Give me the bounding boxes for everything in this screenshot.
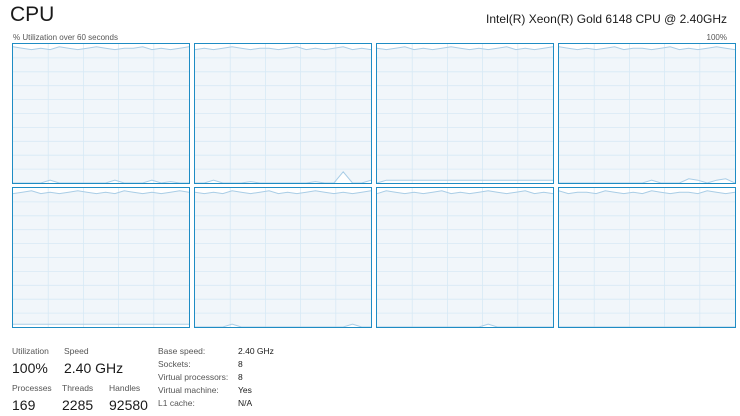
usage-line-top bbox=[13, 190, 189, 195]
detail-value: 2.40 GHz bbox=[238, 346, 274, 356]
cpu-graphs-panel bbox=[12, 43, 738, 329]
cpu-core-graph bbox=[194, 187, 372, 328]
detail-key: Virtual processors: bbox=[158, 372, 229, 382]
core-graph-plot bbox=[195, 44, 371, 183]
usage-area bbox=[13, 46, 189, 183]
cpu-core-graph bbox=[376, 187, 554, 328]
core-graph-plot bbox=[13, 188, 189, 327]
core-graph-plot bbox=[195, 188, 371, 327]
core-graph-plot bbox=[377, 44, 553, 183]
cpu-core-graph bbox=[558, 187, 736, 328]
core-graph-plot bbox=[559, 44, 735, 183]
processes-stat: Processes 169 bbox=[12, 383, 52, 413]
speed-label: Speed bbox=[64, 346, 89, 356]
detail-value: N/A bbox=[238, 398, 253, 408]
core-graph-plot bbox=[377, 188, 553, 327]
detail-key: L1 cache: bbox=[158, 398, 195, 408]
usage-area bbox=[559, 190, 735, 327]
cpu-core-graph bbox=[194, 43, 372, 184]
detail-value: Yes bbox=[238, 385, 252, 395]
detail-key: Base speed: bbox=[158, 346, 206, 356]
threads-stat: Threads 2285 bbox=[62, 383, 93, 413]
utilization-label: Utilization bbox=[12, 346, 49, 356]
usage-line-bottom bbox=[377, 179, 553, 183]
cpu-core-graph bbox=[558, 43, 736, 184]
threads-value: 2285 bbox=[62, 397, 94, 413]
detail-value: 8 bbox=[238, 372, 243, 382]
usage-area bbox=[195, 190, 371, 327]
detail-value: 8 bbox=[238, 359, 243, 369]
speed-stat: Speed 2.40 GHz bbox=[64, 346, 123, 376]
processes-value: 169 bbox=[12, 397, 36, 413]
detail-key: Virtual machine: bbox=[158, 385, 219, 395]
speed-value: 2.40 GHz bbox=[64, 360, 124, 376]
core-graph-plot bbox=[13, 44, 189, 183]
graph-max-label: 100% bbox=[706, 33, 727, 42]
cpu-core-graph bbox=[12, 43, 190, 184]
processes-label: Processes bbox=[12, 383, 52, 393]
detail-key: Sockets: bbox=[158, 359, 191, 369]
graph-axis-label: % Utilization over 60 seconds bbox=[13, 33, 118, 42]
usage-area bbox=[377, 46, 553, 183]
threads-label: Threads bbox=[62, 383, 94, 393]
handles-value: 92580 bbox=[109, 397, 148, 413]
usage-area bbox=[559, 46, 735, 183]
page-title: CPU bbox=[10, 3, 55, 26]
usage-area bbox=[377, 190, 553, 327]
cpu-core-graph bbox=[12, 187, 190, 328]
handles-label: Handles bbox=[109, 383, 141, 393]
utilization-stat: Utilization 100% bbox=[12, 346, 49, 376]
cpu-model-name: Intel(R) Xeon(R) Gold 6148 CPU @ 2.40GHz bbox=[486, 12, 727, 26]
cpu-core-graph bbox=[376, 43, 554, 184]
handles-stat: Handles 92580 bbox=[109, 383, 148, 413]
core-graph-plot bbox=[559, 188, 735, 327]
usage-area bbox=[195, 46, 371, 183]
utilization-value: 100% bbox=[12, 360, 48, 376]
